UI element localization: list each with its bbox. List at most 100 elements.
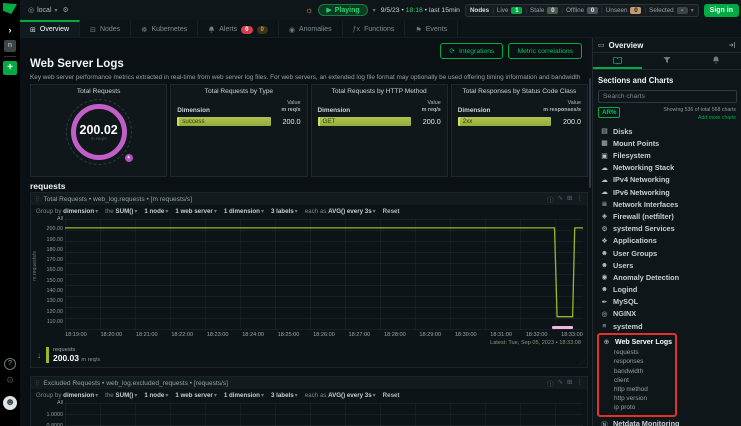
kebab-menu-icon[interactable]: ⋮ [577, 378, 584, 388]
tab-events[interactable]: ⚑Events [405, 20, 458, 37]
toolbar-dropdown[interactable]: 1 node▾ [144, 392, 168, 399]
toolbar-dropdown[interactable]: 1 web server▾ [175, 392, 217, 399]
sidebar-subitem[interactable]: ip proto [601, 403, 675, 412]
sidebar-item[interactable]: ◉Anomaly Detection [593, 271, 741, 283]
sidebar-item[interactable]: ▦Mount Points [593, 137, 741, 149]
tab-overview[interactable]: ⊞Overview [20, 20, 80, 37]
table-row[interactable]: 2xx 200.0 [452, 116, 587, 127]
chart-plot-area[interactable] [65, 403, 583, 426]
chart-type-icon[interactable]: ∿ [558, 194, 563, 204]
help-icon[interactable]: ? [4, 358, 16, 370]
toolbar-dropdown[interactable]: 3 labels▾ [271, 208, 298, 215]
selected-count[interactable]: - [677, 7, 688, 14]
sidebar-subitem[interactable]: bandwidth [601, 367, 675, 376]
add-more-charts-link[interactable]: Add more charts [663, 115, 736, 123]
node-status-pill[interactable]: |Live1 [492, 7, 522, 14]
sidebar-item[interactable]: ⚙systemd Services [593, 223, 741, 235]
sidebar-item[interactable]: ❖Applications [593, 235, 741, 247]
space-badge[interactable]: n [4, 40, 16, 52]
table-row[interactable]: GET 200.0 [312, 116, 447, 127]
node-selector[interactable]: ◎ local ▾ [28, 6, 58, 14]
toolbar-dropdown[interactable]: the SUM()▾ [105, 392, 137, 399]
toolbar-dropdown[interactable]: each as AVG() every 3s▾ [305, 392, 376, 399]
reset-button[interactable]: Reset [383, 208, 400, 215]
sidebar-subitem[interactable]: client [601, 376, 675, 385]
sign-in-button[interactable]: Sign in [704, 4, 739, 17]
sidebar-item[interactable]: ▤Disks [593, 125, 741, 137]
tab-functions[interactable]: ƒxFunctions [343, 20, 406, 37]
toolbar-dropdown[interactable]: 1 web server▾ [175, 208, 217, 215]
table-card[interactable]: Total Responses by Status Code Class Dim… [451, 84, 588, 177]
sidebar-item[interactable]: ◎NGINX [593, 308, 741, 320]
tab-alerts[interactable]: Alerts 0 0 [198, 20, 279, 37]
table-card[interactable]: Total Requests by HTTP Method Dimension … [311, 84, 448, 177]
scrollbar-thumb[interactable] [589, 78, 591, 188]
toolbar-dropdown[interactable]: Group by dimension▾ [36, 208, 98, 215]
fullscreen-icon[interactable]: ⊞ [567, 194, 572, 204]
toolbar-dropdown[interactable]: Group by dimension▾ [36, 392, 98, 399]
toolbar-dropdown[interactable]: 1 node▾ [144, 208, 168, 215]
sidebar-subitem[interactable]: http method [601, 385, 675, 394]
add-space-button[interactable]: + [3, 61, 17, 75]
datetime-picker[interactable]: 9/5/23 • 18:18 • last 15min [381, 7, 460, 14]
sidebar-subitem[interactable]: requests [601, 348, 675, 357]
drag-handle-icon[interactable]: ⠿ [35, 196, 39, 203]
sidebar-subitem[interactable]: responses [601, 357, 675, 366]
chart-excluded-requests[interactable]: ⠿ Excluded Requests • web_log.excluded_r… [30, 376, 588, 426]
news-icon[interactable]: ☼ [305, 5, 313, 15]
sidebar-item-web-server-logs[interactable]: ⊕ Web Server Logs [601, 336, 675, 348]
node-settings-icon[interactable]: ⚙ [63, 6, 69, 14]
info-icon[interactable]: ⓘ [547, 378, 554, 388]
reset-button[interactable]: Reset [383, 392, 400, 399]
sidebar-item[interactable]: ☁IPv4 Networking [593, 174, 741, 186]
sidebar-item[interactable]: ☻User Groups [593, 247, 741, 259]
chart-total-requests[interactable]: ⠿ Total Requests • web_log.requests • [m… [30, 192, 588, 368]
user-avatar[interactable]: ☻ [3, 396, 17, 410]
drag-handle-icon[interactable]: ⠿ [35, 380, 39, 387]
sidebar-tab-filter[interactable] [642, 53, 691, 69]
toolbar-dropdown[interactable]: each as AVG() every 3s▾ [305, 208, 376, 215]
sidebar-item[interactable]: ☁IPv6 Networking [593, 186, 741, 198]
toolbar-dropdown[interactable]: the SUM()▾ [105, 208, 137, 215]
toolbar-dropdown[interactable]: 1 dimension▾ [224, 392, 264, 399]
toolbar-dropdown[interactable]: 3 labels▾ [271, 392, 298, 399]
node-status-pill[interactable]: |Stale0 [525, 7, 558, 14]
toolbar-dropdown[interactable]: 1 dimension▾ [224, 208, 264, 215]
tab-kubernetes[interactable]: ☸Kubernetes [131, 20, 198, 37]
collapse-sidebar-icon[interactable] [728, 41, 736, 49]
metric-correlations-button[interactable]: Metric correlations [508, 43, 582, 59]
sidebar-subitem[interactable]: http version [601, 394, 675, 403]
netdata-logo-icon[interactable] [3, 3, 17, 14]
expand-rail-button[interactable]: › [0, 24, 20, 36]
fullscreen-icon[interactable]: ⊞ [567, 378, 572, 388]
sidebar-item[interactable]: ⓃNetdata Monitoring [593, 418, 741, 426]
sidebar-item[interactable]: ≡systemd [593, 320, 741, 332]
sidebar-tab-alerts[interactable] [692, 53, 741, 69]
sidebar-item[interactable]: ☁Networking Stack [593, 162, 741, 174]
chart-type-icon[interactable]: ∿ [558, 378, 563, 388]
playing-chevron-icon[interactable]: ▾ [373, 7, 376, 14]
sidebar-item[interactable]: ▣Filesystem [593, 149, 741, 161]
sidebar-item[interactable]: ≣Network Interfaces [593, 198, 741, 210]
sidebar-tab-charts[interactable] [593, 53, 642, 69]
anomaly-rate-chip[interactable]: AR% [598, 107, 620, 118]
sidebar-item[interactable]: ◈Firewall (netfilter) [593, 210, 741, 222]
resize-handle-icon[interactable]: ⋰ [579, 359, 585, 366]
integrations-button[interactable]: ⟳Integrations [440, 43, 503, 59]
chart-plot-area[interactable] [65, 219, 583, 330]
table-row[interactable]: success 200.0 [171, 116, 306, 127]
playing-button[interactable]: ▶ Playing [318, 4, 367, 16]
kebab-menu-icon[interactable]: ⋮ [577, 194, 584, 204]
search-input[interactable] [598, 90, 737, 103]
legend-item-requests[interactable]: requests 200.03 m req/s [46, 347, 100, 363]
node-status-pill[interactable]: |Offline0 [561, 7, 598, 14]
sidebar-item[interactable]: ☻Users [593, 259, 741, 271]
info-icon[interactable]: ⓘ [547, 194, 554, 204]
sidebar-item[interactable]: ☻Logind [593, 284, 741, 296]
selected-chevron-icon[interactable]: ▾ [691, 7, 694, 14]
tab-anomalies[interactable]: ◉Anomalies [279, 20, 343, 37]
settings-icon[interactable]: ⚙ [4, 374, 16, 386]
table-card[interactable]: Total Requests by Type Dimension Valuem … [170, 84, 307, 177]
node-status-pill[interactable]: |Unseen0 [601, 7, 641, 14]
sidebar-item[interactable]: ✒MySQL [593, 296, 741, 308]
